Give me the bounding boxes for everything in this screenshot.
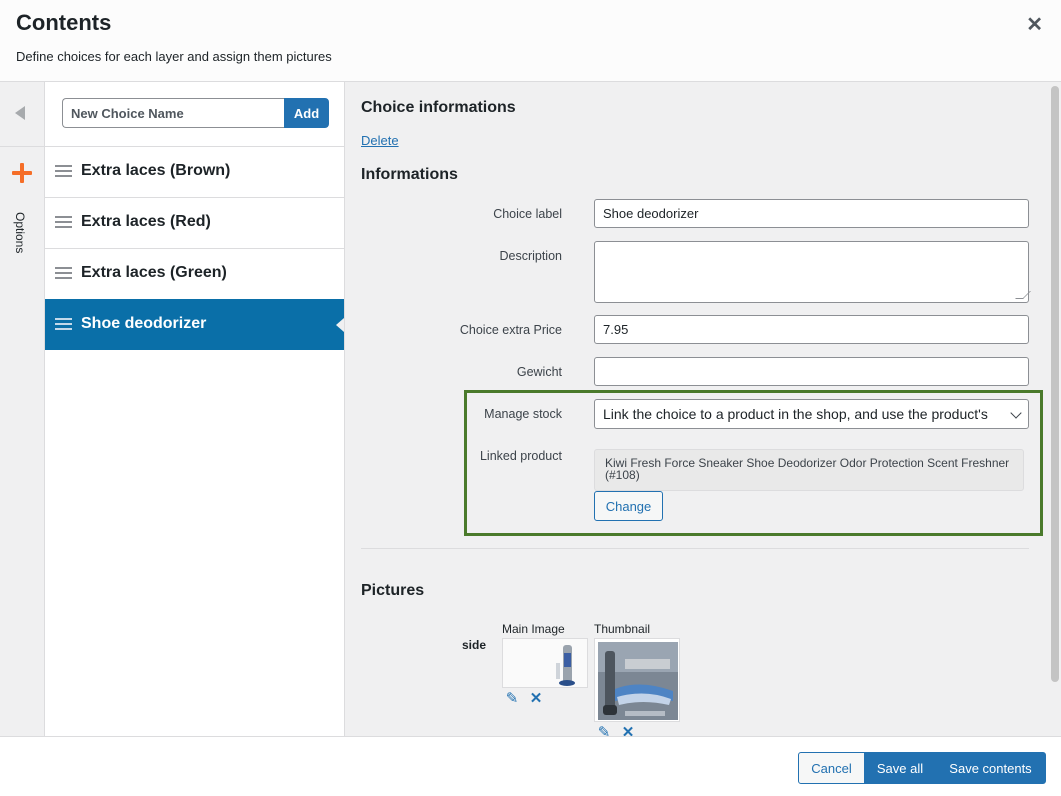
collapse-left-icon[interactable] bbox=[15, 106, 25, 120]
plus-icon[interactable] bbox=[11, 162, 33, 184]
choice-item-label: Shoe deodorizer bbox=[81, 315, 207, 332]
rail-divider bbox=[0, 146, 44, 147]
new-choice-input[interactable] bbox=[62, 98, 284, 128]
extra-price-label: Choice extra Price bbox=[459, 323, 562, 337]
informations-title: Informations bbox=[361, 166, 458, 183]
section-title: Choice informations bbox=[361, 99, 516, 116]
save-all-button[interactable]: Save all bbox=[864, 752, 936, 784]
choice-label-input[interactable] bbox=[594, 199, 1029, 228]
side-rail: Options bbox=[0, 82, 45, 736]
delete-link[interactable]: Delete bbox=[361, 133, 399, 148]
section-divider bbox=[361, 548, 1029, 549]
x-icon[interactable]: ✕ bbox=[620, 725, 636, 737]
linked-product-label: Linked product bbox=[479, 449, 562, 463]
layer-label: side bbox=[462, 638, 487, 652]
choice-item[interactable]: Extra laces (Brown) bbox=[45, 146, 344, 197]
choice-label-label: Choice label bbox=[493, 207, 562, 221]
save-contents-button[interactable]: Save contents bbox=[935, 752, 1046, 784]
cancel-button[interactable]: Cancel bbox=[798, 752, 865, 784]
extra-price-input[interactable] bbox=[594, 315, 1029, 344]
modal-header: Contents Define choices for each layer a… bbox=[0, 0, 1061, 82]
main-image-label: Main Image bbox=[502, 622, 565, 636]
drag-handle-icon[interactable] bbox=[55, 267, 72, 280]
close-icon[interactable]: ✕ bbox=[1026, 12, 1043, 37]
weight-label: Gewicht bbox=[516, 365, 562, 379]
pencil-icon[interactable]: ✎ bbox=[504, 691, 520, 707]
manage-stock-label: Manage stock bbox=[484, 407, 562, 421]
choice-item-label: Extra laces (Green) bbox=[81, 264, 227, 281]
choice-item[interactable]: Extra laces (Red) bbox=[45, 197, 344, 248]
modal-footer: Cancel Save all Save contents bbox=[0, 736, 1061, 796]
choice-item-label: Extra laces (Brown) bbox=[81, 162, 231, 179]
choice-details-panel: Choice informations Delete Informations … bbox=[345, 82, 1061, 736]
description-label: Description bbox=[499, 249, 562, 263]
modal-subtitle: Define choices for each layer and assign… bbox=[16, 49, 332, 64]
linked-product-value: Kiwi Fresh Force Sneaker Shoe Deodorizer… bbox=[594, 449, 1024, 491]
change-product-button[interactable]: Change bbox=[594, 491, 663, 521]
main-image bbox=[502, 638, 588, 688]
drag-handle-icon[interactable] bbox=[55, 216, 72, 229]
x-icon[interactable]: ✕ bbox=[528, 691, 544, 707]
thumbnail-label: Thumbnail bbox=[594, 622, 651, 636]
choice-list: Extra laces (Brown) Extra laces (Red) Ex… bbox=[45, 146, 344, 350]
modal-title: Contents bbox=[16, 10, 112, 35]
thumbnail-image bbox=[594, 638, 680, 722]
pencil-icon[interactable]: ✎ bbox=[596, 725, 612, 737]
scrollbar[interactable] bbox=[1051, 86, 1059, 682]
description-textarea[interactable] bbox=[594, 241, 1029, 303]
choice-item[interactable]: Extra laces (Green) bbox=[45, 248, 344, 299]
pictures-title: Pictures bbox=[361, 582, 425, 599]
choice-item-active[interactable]: Shoe deodorizer bbox=[45, 299, 344, 350]
options-tab[interactable]: Options bbox=[13, 212, 27, 253]
choices-column: Add Extra laces (Brown) Extra laces (Red… bbox=[45, 82, 345, 736]
manage-stock-select[interactable]: Link the choice to a product in the shop… bbox=[594, 399, 1029, 429]
choice-item-label: Extra laces (Red) bbox=[81, 213, 211, 230]
add-choice-button[interactable]: Add bbox=[284, 98, 329, 128]
weight-input[interactable] bbox=[594, 357, 1029, 386]
drag-handle-icon[interactable] bbox=[55, 318, 72, 331]
drag-handle-icon[interactable] bbox=[55, 165, 72, 178]
